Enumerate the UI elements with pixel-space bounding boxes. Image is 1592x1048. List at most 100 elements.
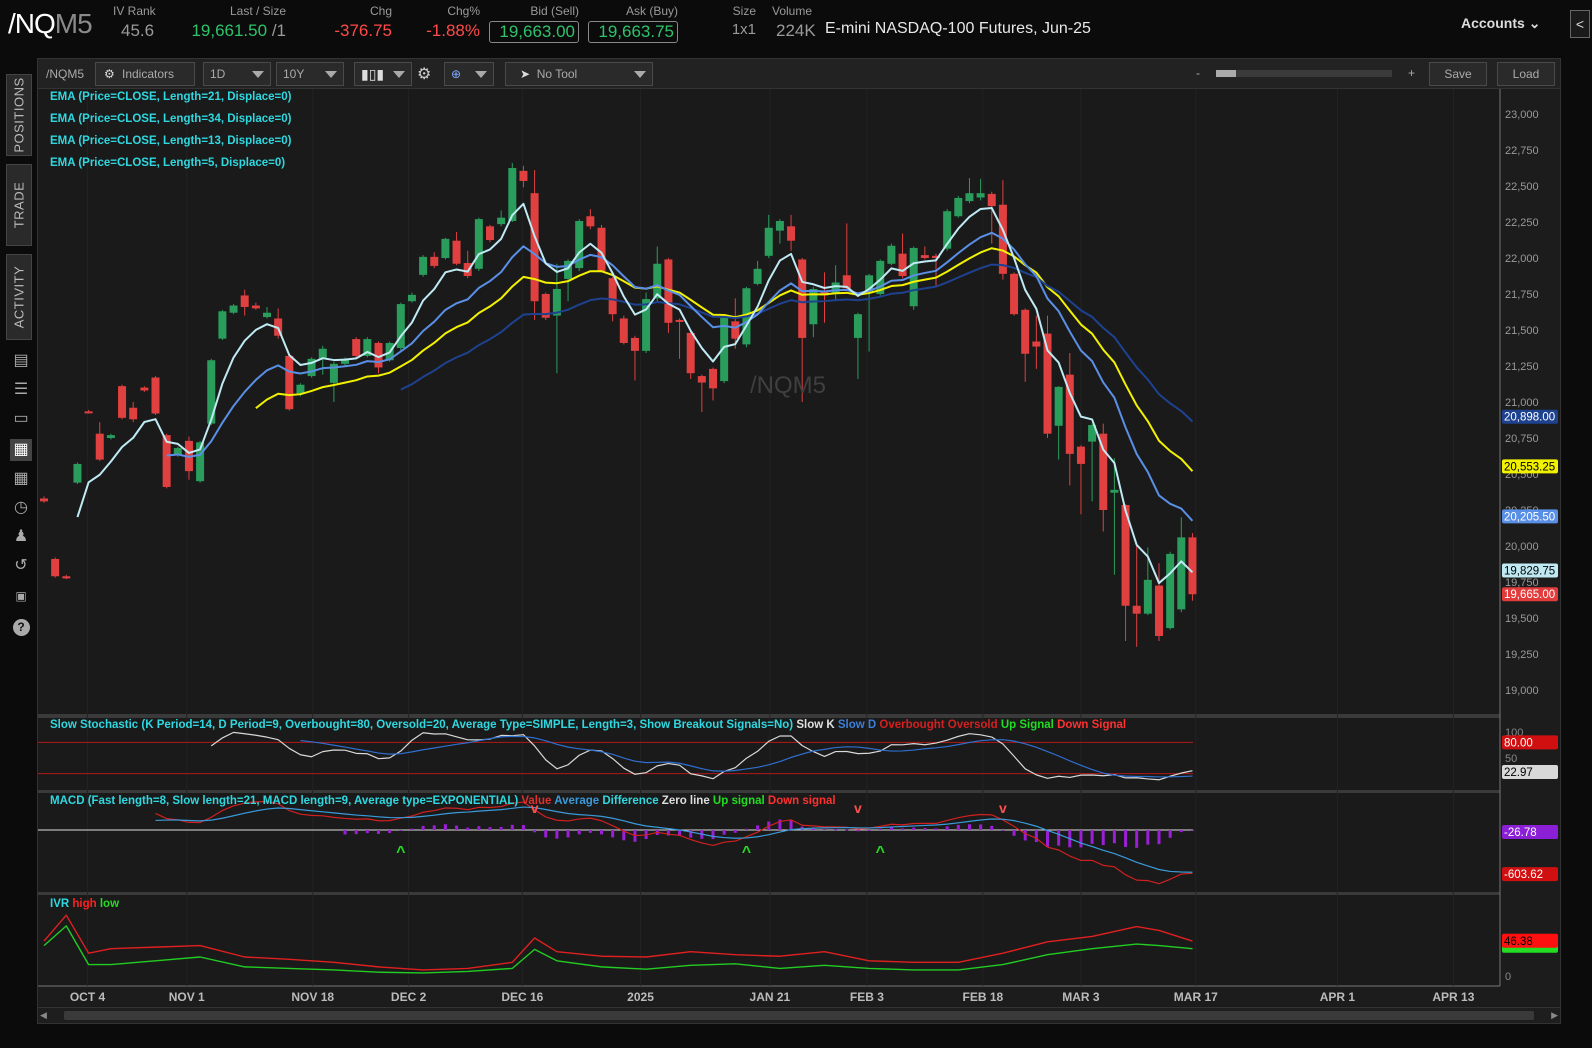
- candle-up: [954, 197, 963, 217]
- macd-histogram-bar: [399, 830, 403, 831]
- macd-histogram-bar: [544, 830, 548, 838]
- gear-icon[interactable]: ⚙: [417, 64, 431, 84]
- gauge-icon[interactable]: ◷: [10, 497, 32, 519]
- news-icon[interactable]: ▤: [10, 350, 32, 372]
- tab-activity[interactable]: ACTIVITY: [6, 254, 32, 340]
- zoom-out-button[interactable]: -: [1196, 66, 1200, 80]
- macd-histogram-bar: [901, 828, 905, 830]
- macd-histogram-bar: [845, 829, 849, 831]
- zoom-slider-handle[interactable]: [1216, 70, 1236, 77]
- ask-button[interactable]: 19,663.75: [588, 21, 678, 43]
- macd-histogram-bar: [1124, 830, 1128, 848]
- x-tick-label: 2025: [627, 990, 654, 1004]
- x-tick-label: APR 1: [1320, 990, 1356, 1004]
- macd-histogram-bar: [990, 825, 994, 830]
- macd-legend[interactable]: MACD (Fast length=8, Slow length=21, MAC…: [50, 795, 836, 807]
- candle-down: [608, 278, 617, 315]
- candle-up: [775, 220, 784, 231]
- drawing-tool-dropdown[interactable]: ➤ No Tool: [505, 62, 653, 86]
- zoom-slider[interactable]: [1216, 70, 1392, 77]
- y-tick-label: 21,750: [1505, 289, 1539, 301]
- y-tick-label: 19,250: [1505, 649, 1539, 661]
- macd-value-line: [155, 801, 1193, 885]
- candle-up: [1110, 489, 1119, 493]
- volume-label: Volume: [772, 4, 813, 18]
- y-tick-label: 19,750: [1505, 577, 1539, 589]
- accounts-menu[interactable]: Accounts ⌄: [1461, 15, 1540, 32]
- macd-legend-value: Value: [521, 795, 552, 807]
- scrollbar-thumb[interactable]: [64, 1011, 1534, 1020]
- help-icon[interactable]: ?: [10, 616, 32, 638]
- slow-k-badge: 22.97: [1504, 767, 1533, 779]
- y-tick-label: 19,000: [1505, 685, 1539, 697]
- list-icon[interactable]: ☰: [10, 379, 32, 401]
- chart-type-dropdown[interactable]: ▮▯▮: [354, 62, 412, 86]
- macd-histogram-bar: [1079, 830, 1083, 848]
- chart-toolbar: /NQM5 ⚙ Indicators 1D 10Y ▮▯▮ ⚙ ⊕ ➤ No To…: [38, 59, 1560, 89]
- ema-5-legend[interactable]: EMA (Price=CLOSE, Length=5, Displace=0): [50, 157, 285, 169]
- candle-down: [1021, 309, 1030, 354]
- chart-watermark: /NQM5: [750, 372, 827, 399]
- monitor-icon[interactable]: ▭: [10, 408, 32, 430]
- bid-button[interactable]: 19,663.00: [489, 21, 579, 43]
- candle-up: [229, 305, 238, 313]
- indicators-button[interactable]: ⚙ Indicators: [95, 62, 195, 86]
- price-chart[interactable]: OCT 4 NOV 1 NOV 18 DEC 2 DEC 16 2025 JAN 21 FEB…: [38, 89, 1560, 1007]
- x-tick-label: NOV 1: [169, 990, 205, 1004]
- last-size: /1: [271, 21, 286, 40]
- scroll-right-icon[interactable]: ▶: [1551, 1010, 1558, 1021]
- save-button[interactable]: Save: [1429, 62, 1487, 86]
- candle-down: [1032, 341, 1041, 347]
- macd-histogram-bar: [1001, 830, 1005, 831]
- grid-icon[interactable]: ▦: [10, 468, 32, 490]
- time-range-dropdown[interactable]: 10Y: [276, 62, 344, 86]
- candle-up: [1054, 386, 1063, 426]
- fx-icon[interactable]: ▣: [10, 585, 32, 607]
- candle-up: [407, 294, 416, 302]
- ivr-legend[interactable]: IVR high low: [50, 898, 119, 910]
- candle-down: [430, 256, 439, 266]
- people-icon[interactable]: ♟: [10, 526, 32, 548]
- accounts-label: Accounts: [1461, 15, 1525, 31]
- indicators-label: Indicators: [122, 67, 175, 81]
- candle-down: [240, 295, 249, 307]
- stochastic-legend[interactable]: Slow Stochastic (K Period=14, D Period=9…: [50, 719, 1126, 731]
- style-dropdown[interactable]: ⊕: [444, 62, 494, 86]
- size-value: 1x1: [731, 21, 756, 38]
- ema-21-legend[interactable]: EMA (Price=CLOSE, Length=21, Displace=0): [50, 91, 291, 103]
- ema-34-legend[interactable]: EMA (Price=CLOSE, Length=34, Displace=0): [50, 113, 291, 125]
- symbol-title[interactable]: /NQM5: [8, 8, 93, 40]
- macd-histogram-bar: [1112, 830, 1116, 844]
- horizontal-scrollbar[interactable]: ◀ ▶: [38, 1007, 1560, 1023]
- load-button[interactable]: Load: [1497, 62, 1555, 86]
- ema-13-legend[interactable]: EMA (Price=CLOSE, Length=13, Displace=0): [50, 135, 291, 147]
- x-tick-label: FEB 18: [962, 990, 1003, 1004]
- history-icon[interactable]: ↺: [10, 555, 32, 577]
- macd-histogram-bar: [477, 826, 481, 830]
- candle-up: [753, 268, 762, 284]
- macd-histogram-bar: [577, 830, 581, 835]
- macd-histogram-bar: [733, 830, 737, 833]
- indicators-icon: ⚙: [104, 67, 115, 81]
- y-tick-label: 22,750: [1505, 145, 1539, 157]
- slow-k-line: [210, 731, 1193, 781]
- chart-icon[interactable]: ▦: [10, 439, 32, 461]
- chevron-down-icon: ⌄: [1528, 15, 1541, 31]
- aggregation-dropdown[interactable]: 1D: [203, 62, 271, 86]
- candle-down: [84, 411, 93, 414]
- candle-down: [463, 263, 472, 276]
- zoom-in-button[interactable]: +: [1408, 66, 1415, 80]
- macd-histogram-bar: [566, 830, 570, 838]
- collapse-panel-button[interactable]: <: [1570, 10, 1590, 38]
- candle-up: [1177, 537, 1186, 610]
- chart-window: /NQM5 ⚙ Indicators 1D 10Y ▮▯▮ ⚙ ⊕ ➤ No To…: [37, 58, 1561, 1024]
- tab-positions[interactable]: POSITIONS: [6, 74, 32, 156]
- toolbar-symbol[interactable]: /NQM5: [46, 67, 84, 81]
- macd-histogram-bar: [377, 830, 380, 834]
- scroll-left-icon[interactable]: ◀: [40, 1010, 47, 1021]
- right-gutter: [1562, 58, 1592, 1048]
- up-signal-arrow: ^: [876, 844, 885, 861]
- ivr-legend-high: high: [72, 898, 97, 910]
- tab-trade[interactable]: TRADE: [6, 164, 32, 246]
- stoch-axis-50: 50: [1505, 753, 1517, 765]
